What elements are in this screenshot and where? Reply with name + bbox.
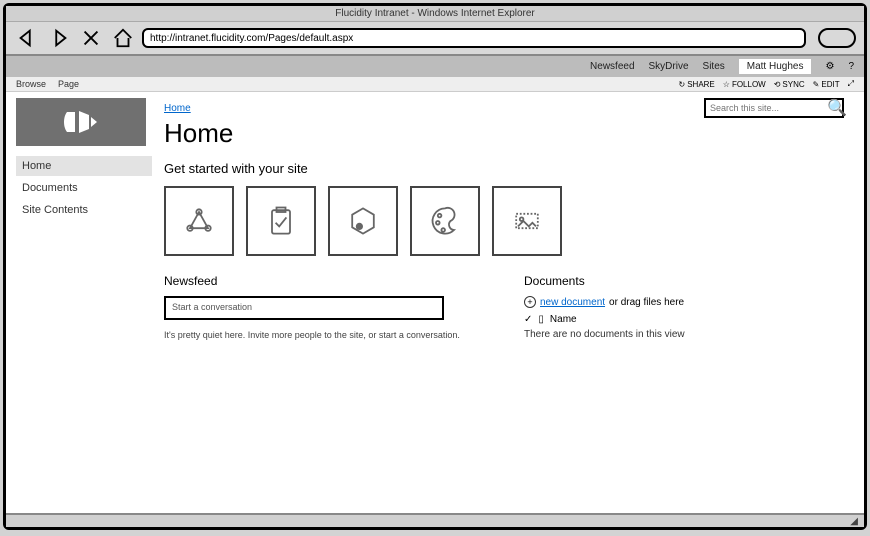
- left-column: Home Documents Site Contents: [6, 92, 156, 513]
- suite-link-skydrive[interactable]: SkyDrive: [649, 61, 689, 72]
- breadcrumb[interactable]: Home: [164, 103, 191, 114]
- site-search[interactable]: 🔍: [704, 98, 844, 118]
- image-tile[interactable]: [492, 186, 562, 256]
- drag-hint: or drag files here: [609, 297, 684, 308]
- documents-heading: Documents: [524, 274, 844, 288]
- browser-toolbar: [6, 22, 864, 56]
- newsfeed-empty-hint: It's pretty quiet here. Invite more peop…: [164, 330, 484, 340]
- hexagon-tile[interactable]: [328, 186, 398, 256]
- file-icon: ▯: [538, 314, 544, 325]
- share-action[interactable]: ↻ SHARE: [679, 80, 715, 89]
- suite-bar: Newsfeed SkyDrive Sites Matt Hughes ⚙ ?: [6, 56, 864, 77]
- clipboard-tile[interactable]: [246, 186, 316, 256]
- gear-icon[interactable]: ⚙: [825, 61, 834, 72]
- back-button[interactable]: [14, 26, 40, 50]
- nav-item-site-contents[interactable]: Site Contents: [16, 200, 152, 220]
- follow-action[interactable]: ☆ FOLLOW: [723, 80, 766, 89]
- fullscreen-action[interactable]: ⤢: [848, 79, 854, 89]
- help-icon[interactable]: ?: [848, 61, 854, 72]
- stop-button[interactable]: [78, 26, 104, 50]
- add-icon[interactable]: +: [524, 296, 536, 308]
- search-icon[interactable]: 🔍: [827, 98, 847, 118]
- new-document-link[interactable]: new document: [540, 297, 605, 308]
- status-bar: ◢: [6, 513, 864, 527]
- suite-link-newsfeed[interactable]: Newsfeed: [590, 61, 634, 72]
- ribbon-tab-browse[interactable]: Browse: [16, 79, 46, 89]
- ribbon-tab-page[interactable]: Page: [58, 79, 79, 89]
- get-started-heading: Get started with your site: [164, 161, 844, 176]
- main-column: Home Home 🔍 Get started with your site: [156, 92, 864, 513]
- nav-item-home[interactable]: Home: [16, 156, 152, 176]
- home-button[interactable]: [110, 26, 136, 50]
- forward-button[interactable]: [46, 26, 72, 50]
- ribbon: Browse Page ↻ SHARE ☆ FOLLOW ⟲ SYNC ✎ ED…: [6, 77, 864, 92]
- site-logo[interactable]: [16, 98, 146, 146]
- newsfeed-heading: Newsfeed: [164, 274, 484, 288]
- address-bar[interactable]: [142, 28, 806, 48]
- page-title: Home: [164, 118, 233, 149]
- share-tile[interactable]: [164, 186, 234, 256]
- name-column[interactable]: Name: [550, 314, 577, 325]
- window-title: Flucidity Intranet - Windows Internet Ex…: [6, 6, 864, 22]
- suite-link-sites[interactable]: Sites: [703, 61, 725, 72]
- edit-action[interactable]: ✎ EDIT: [813, 80, 840, 89]
- conversation-input[interactable]: Start a conversation: [164, 296, 444, 320]
- palette-tile[interactable]: [410, 186, 480, 256]
- page-content: Newsfeed SkyDrive Sites Matt Hughes ⚙ ? …: [6, 56, 864, 513]
- resize-grip-icon[interactable]: ◢: [850, 516, 858, 527]
- browser-search-pill[interactable]: [818, 28, 856, 48]
- browser-window: Flucidity Intranet - Windows Internet Ex…: [3, 3, 867, 530]
- promo-tiles: [164, 186, 844, 256]
- user-menu[interactable]: Matt Hughes: [739, 59, 812, 74]
- sync-action[interactable]: ⟲ SYNC: [774, 80, 805, 89]
- documents-section: Documents + new document or drag files h…: [524, 274, 844, 340]
- documents-empty: There are no documents in this view: [524, 329, 844, 340]
- check-icon[interactable]: ✓: [524, 314, 532, 325]
- nav-item-documents[interactable]: Documents: [16, 178, 152, 198]
- search-input[interactable]: [710, 103, 827, 113]
- newsfeed-section: Newsfeed Start a conversation It's prett…: [164, 274, 484, 340]
